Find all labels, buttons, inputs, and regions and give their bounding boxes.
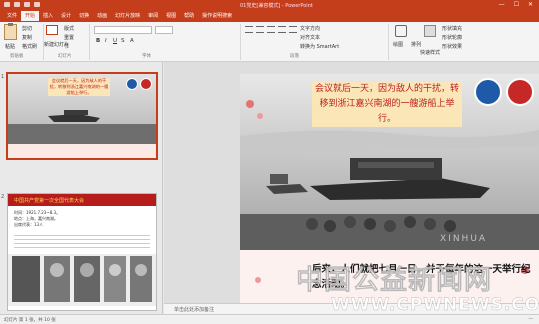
- shape-effects-button[interactable]: 形状效果: [442, 43, 462, 50]
- tell-me-search[interactable]: 操作说明搜索: [198, 11, 236, 21]
- align-text-button[interactable]: 对齐文本: [300, 34, 320, 41]
- paste-icon[interactable]: [4, 23, 17, 40]
- cut-button[interactable]: 剪切: [22, 25, 32, 32]
- slide-thumbnails-pane: 1 会议就后一天，因为敌人的干扰，转移到浙江嘉兴南湖的一艘游船上举行。 2 中国…: [0, 62, 163, 320]
- arrange-button[interactable]: 排列: [411, 41, 421, 48]
- text-direction-button[interactable]: 文字方向: [300, 25, 320, 32]
- thumbnail-2-body: 时间：1921.7.23~8.3。 地点：上海，嘉兴南湖。 出席代表：13人: [14, 210, 61, 227]
- font-color-button[interactable]: A: [130, 38, 134, 44]
- document-title: 01党史[兼容模式] - PowerPoint: [240, 3, 313, 9]
- tab-review[interactable]: 审阅: [144, 11, 162, 21]
- close-icon[interactable]: ✕: [528, 1, 533, 8]
- paragraph-group-label: 段落: [290, 54, 299, 59]
- window-controls: — ☐ ✕: [499, 1, 533, 8]
- tab-view[interactable]: 视图: [162, 11, 180, 21]
- save-icon[interactable]: [4, 2, 10, 7]
- slide-title[interactable]: 会议就后一天，因为敌人的干扰，转移到浙江嘉兴南湖的一艘游船上举行。: [312, 82, 462, 127]
- paste-button[interactable]: 粘贴: [5, 43, 15, 50]
- slide-thumbnail-2[interactable]: 中国共产党第一次全国代表大会 时间：1921.7.23~8.3。 地点：上海，嘉…: [7, 193, 157, 311]
- italic-button[interactable]: I: [105, 38, 107, 44]
- zoom-control[interactable]: —: [529, 317, 534, 322]
- thumbnail-2-title: 中国共产党第一次全国代表大会: [14, 198, 85, 204]
- tab-design[interactable]: 设计: [57, 11, 75, 21]
- thumbnail-2-text-lines: [14, 232, 150, 250]
- thumbnail-number: 2: [1, 194, 5, 200]
- undo-icon[interactable]: [14, 2, 20, 7]
- format-painter-button[interactable]: 格式刷: [22, 43, 37, 50]
- site-watermark: 中国公益新闻网: [296, 265, 492, 297]
- underline-button[interactable]: U: [113, 38, 117, 44]
- tab-slide-show[interactable]: 幻灯片放映: [111, 11, 144, 21]
- bold-button[interactable]: B: [96, 38, 100, 44]
- emblem-logo-blue: [474, 78, 502, 106]
- quick-styles-button[interactable]: 快速样式: [420, 49, 440, 56]
- shapes-icon[interactable]: [395, 25, 407, 37]
- site-watermark-url: WWW.CPWNEWS.COM: [331, 295, 539, 315]
- reset-button[interactable]: 重置: [64, 34, 74, 41]
- tab-home[interactable]: 开始: [21, 11, 40, 21]
- font-name-select[interactable]: [94, 26, 152, 34]
- redo-icon[interactable]: [24, 2, 30, 7]
- font-group-label: 字体: [142, 54, 151, 59]
- font-size-select[interactable]: [155, 26, 173, 34]
- new-slide-icon[interactable]: [46, 25, 58, 35]
- ribbon-separator: [89, 24, 90, 60]
- ribbon-tabs: 文件 开始 插入 设计 切换 动画 幻灯片放映 审阅 视图 帮助 操作说明搜索: [3, 11, 236, 21]
- numbering-icon[interactable]: [256, 26, 264, 33]
- tab-animations[interactable]: 动画: [93, 11, 111, 21]
- emblem-logo-red: [140, 78, 152, 90]
- maximize-icon[interactable]: ☐: [514, 1, 519, 8]
- thumbnail-number: 1: [1, 74, 5, 80]
- tab-transitions[interactable]: 切换: [75, 11, 93, 21]
- tab-insert[interactable]: 插入: [39, 11, 57, 21]
- convert-smartart-button[interactable]: 转换为 SmartArt: [300, 43, 339, 50]
- strikethrough-button[interactable]: S: [121, 38, 125, 44]
- ribbon-separator: [388, 24, 389, 60]
- copy-button[interactable]: 复制: [22, 34, 32, 41]
- increase-indent-icon[interactable]: [278, 26, 286, 33]
- shape-outline-button[interactable]: 形状轮廓: [442, 34, 462, 41]
- section-button[interactable]: 节: [64, 43, 69, 50]
- slide-counter: 幻灯片 第 1 张，共 10 张: [4, 318, 56, 323]
- status-bar: 幻灯片 第 1 张，共 10 张 —: [0, 314, 539, 324]
- thumbnail-1-title: 会议就后一天，因为敌人的干扰，转移到浙江嘉兴南湖的一艘游船上举行。: [48, 78, 110, 96]
- ribbon-home: 粘贴 剪切 复制 格式刷 剪贴板 新建幻灯片 版式 重置 节 幻灯片 B I U…: [0, 22, 539, 62]
- line-spacing-icon[interactable]: [289, 26, 297, 33]
- notes-placeholder[interactable]: 单击此处添加备注: [174, 306, 214, 313]
- photo-watermark: XINHUA: [440, 234, 488, 244]
- bullets-icon[interactable]: [245, 26, 253, 33]
- shape-fill-button[interactable]: 形状填充: [442, 25, 462, 32]
- tab-help[interactable]: 帮助: [180, 11, 198, 21]
- emblem-logo-red: [506, 78, 534, 106]
- paragraph-controls: [245, 26, 297, 33]
- clipboard-group-label: 剪贴板: [10, 54, 24, 59]
- start-from-beginning-icon[interactable]: [34, 2, 40, 7]
- emblem-logo-blue: [126, 78, 138, 90]
- ribbon-separator: [240, 24, 241, 60]
- minimize-icon[interactable]: —: [499, 1, 505, 8]
- slides-group-label: 幻灯片: [58, 54, 72, 59]
- layout-button[interactable]: 版式: [64, 25, 74, 32]
- thumbnail-2-portraits: [8, 254, 156, 306]
- tab-file[interactable]: 文件: [3, 11, 21, 21]
- title-bar: 01党史[兼容模式] - PowerPoint — ☐ ✕ 文件 开始 插入 设…: [0, 0, 539, 22]
- quick-access-toolbar: [4, 2, 40, 7]
- drawing-button[interactable]: 绘图: [393, 41, 403, 48]
- slide-thumbnail-1[interactable]: 会议就后一天，因为敌人的干扰，转移到浙江嘉兴南湖的一艘游船上举行。: [6, 72, 158, 160]
- decrease-indent-icon[interactable]: [267, 26, 275, 33]
- powerpoint-window: 01党史[兼容模式] - PowerPoint — ☐ ✕ 文件 开始 插入 设…: [0, 0, 539, 324]
- quick-styles-icon[interactable]: [424, 25, 436, 37]
